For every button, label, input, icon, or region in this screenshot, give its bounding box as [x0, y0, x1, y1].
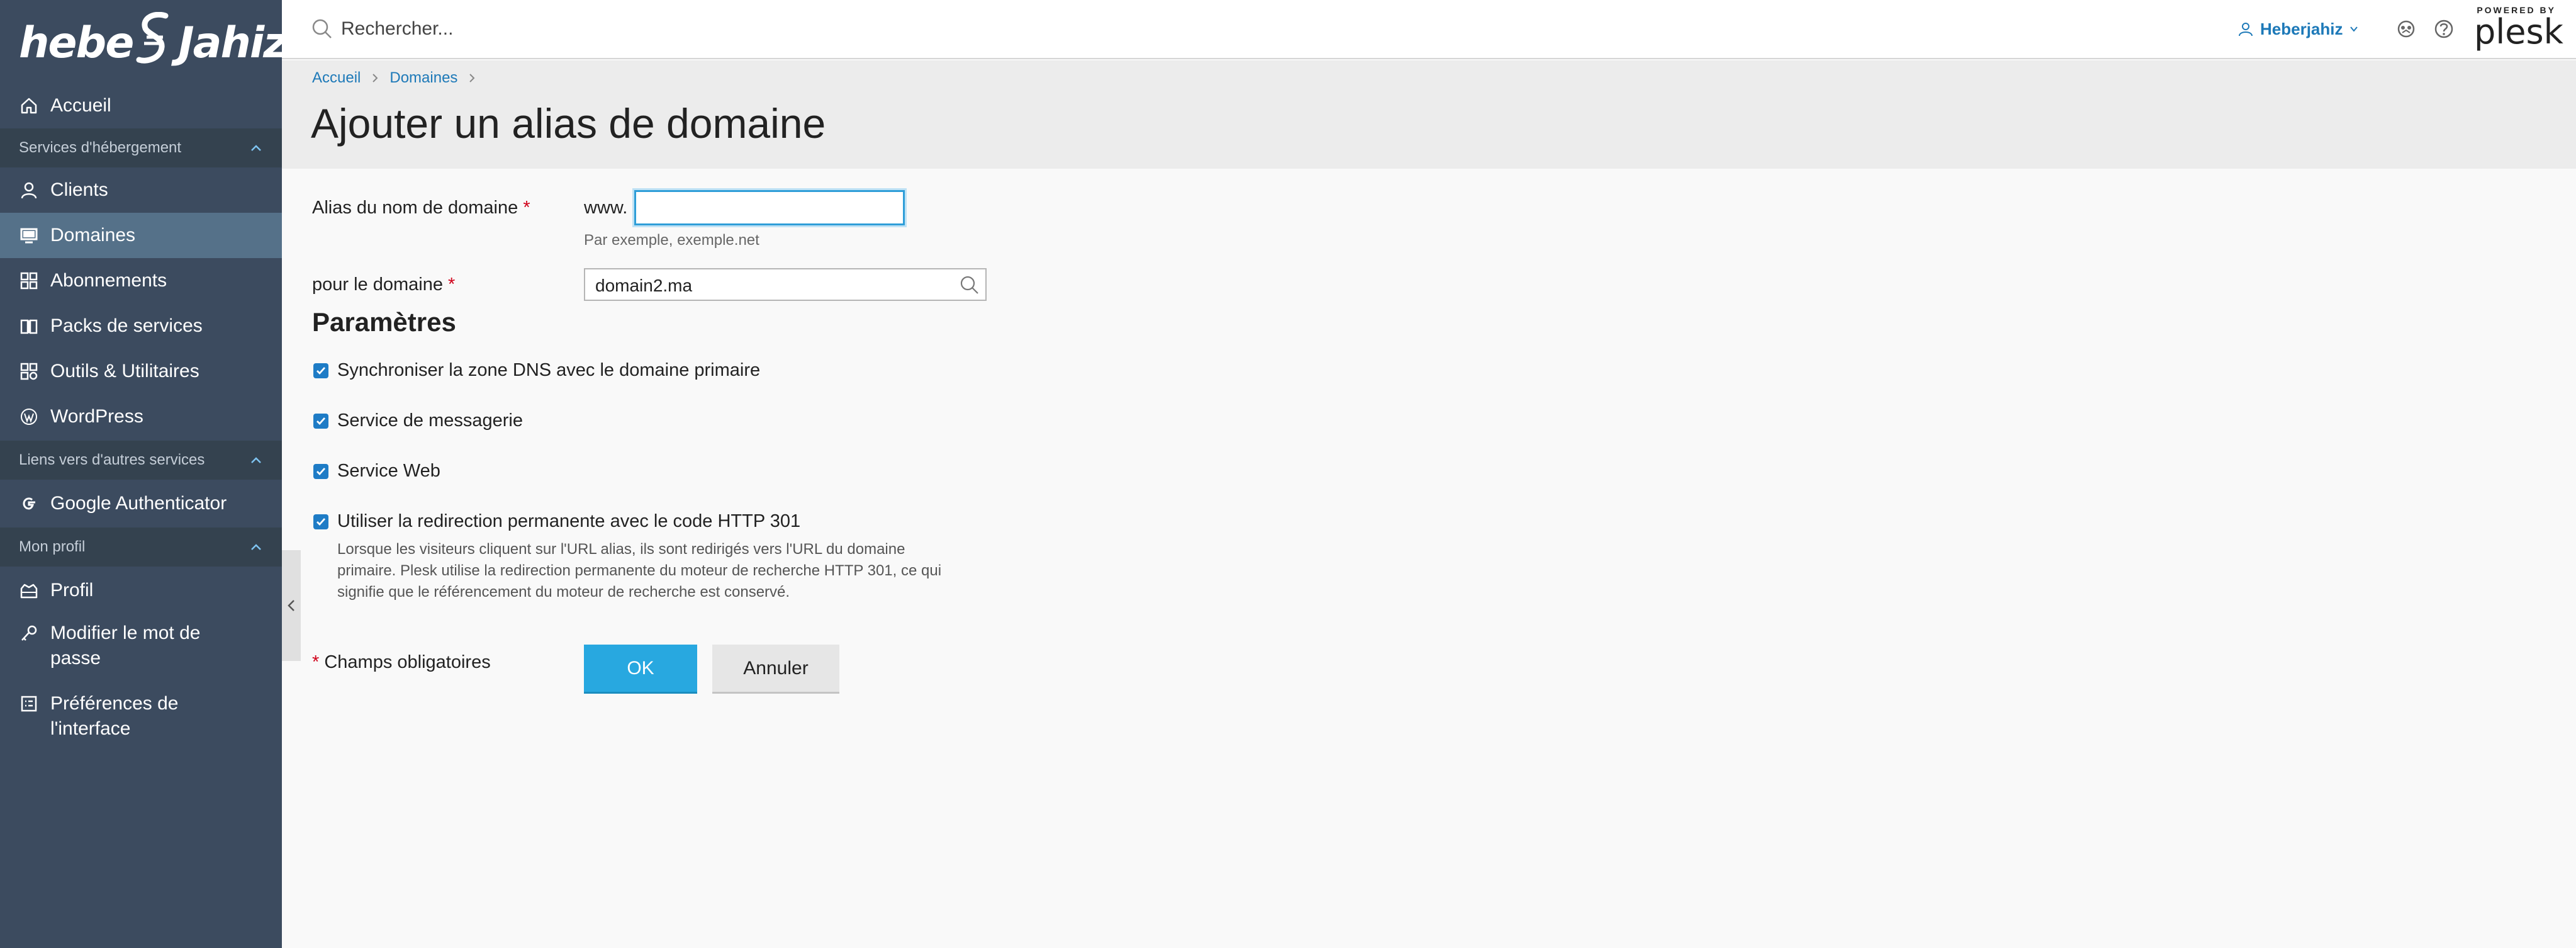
- sidebar-item-modifier-mot-de-passe[interactable]: Modifier le mot de passe: [0, 621, 282, 684]
- sidebar-item-accueil[interactable]: Accueil: [0, 83, 282, 128]
- section-label: Services d'hébergement: [19, 139, 182, 156]
- sidebar-item-label: Google Authenticator: [50, 493, 227, 514]
- chevron-left-icon: [288, 600, 294, 611]
- alias-label: Alias du nom de domaine *: [312, 198, 530, 218]
- plesk-logo[interactable]: POWERED BY plesk: [2474, 5, 2563, 53]
- wordpress-icon: [19, 407, 39, 427]
- page-title: Ajouter un alias de domaine: [311, 100, 826, 147]
- sidebar-item-google-authenticator[interactable]: Google Authenticator: [0, 481, 282, 526]
- chevron-right-icon: [469, 74, 475, 82]
- sidebar-item-label: Modifier le mot de passe: [50, 623, 201, 669]
- sidebar-item-label: Profil: [50, 580, 94, 601]
- brand-logo[interactable]: hebe Jahiz: [19, 10, 288, 69]
- sidebar-item-label: Domaines: [50, 225, 136, 245]
- sidebar-item-domaines[interactable]: Domaines: [0, 213, 282, 258]
- section-mon-profil[interactable]: Mon profil: [0, 528, 282, 567]
- sidebar-item-wordpress[interactable]: WordPress: [0, 394, 282, 439]
- sidebar-item-label: Packs de services: [50, 315, 203, 336]
- key-icon: [19, 623, 39, 643]
- checkbox-row-dns-sync: Synchroniser la zone DNS avec le domaine…: [313, 360, 760, 381]
- section-label: Mon profil: [19, 538, 86, 555]
- sidebar-item-label: WordPress: [50, 406, 143, 427]
- user-icon: [19, 180, 39, 200]
- checkbox-label: Service de messagerie: [337, 410, 523, 431]
- checkbox-dns-sync[interactable]: [313, 363, 328, 378]
- sidebar-collapse-toggle[interactable]: [282, 550, 301, 661]
- grid-icon: [19, 271, 39, 291]
- chevron-up-icon: [251, 457, 261, 463]
- section-title-parametres: Paramètres: [312, 307, 456, 337]
- help-icon[interactable]: [2433, 18, 2455, 40]
- checkbox-web-service[interactable]: [313, 463, 328, 479]
- checkbox-label: Synchroniser la zone DNS avec le domaine…: [337, 360, 761, 380]
- section-label: Liens vers d'autres services: [19, 451, 205, 468]
- check-icon: [316, 467, 326, 475]
- monitor-icon: [19, 225, 39, 245]
- sidebar-item-preferences-interface[interactable]: Préférences de l'interface: [0, 691, 282, 754]
- cancel-button[interactable]: Annuler: [712, 645, 839, 694]
- www-prefix: www.: [584, 198, 628, 218]
- preferences-icon: [19, 694, 39, 714]
- sidebar-item-label: Outils & Utilitaires: [50, 361, 199, 381]
- checkbox-redirect-301[interactable]: [313, 514, 328, 529]
- domain-label: pour le domaine *: [312, 274, 456, 295]
- chevron-up-icon: [251, 544, 261, 550]
- top-bar: Heberjahiz POWERED BY plesk: [282, 0, 2576, 59]
- checkbox-row-mail: Service de messagerie: [313, 410, 523, 431]
- checkbox-row-redirect: Utiliser la redirection permanente avec …: [313, 511, 800, 532]
- user-name: Heberjahiz: [2260, 19, 2343, 38]
- required-note: * Champs obligatoires: [312, 652, 491, 672]
- redirect-description: Lorsque les visiteurs cliquent sur l'URL…: [337, 541, 942, 601]
- sidebar-item-profil[interactable]: Profil: [0, 568, 282, 613]
- alias-input[interactable]: [634, 190, 905, 225]
- check-icon: [316, 417, 326, 425]
- checkbox-row-web: Service Web: [313, 461, 440, 482]
- section-services-hebergement[interactable]: Services d'hébergement: [0, 128, 282, 167]
- sidebar-item-clients[interactable]: Clients: [0, 167, 282, 213]
- checkbox-label: Service Web: [337, 461, 440, 481]
- sidebar-item-label: Accueil: [50, 95, 111, 116]
- breadcrumb-domaines[interactable]: Domaines: [389, 69, 457, 87]
- ok-button[interactable]: OK: [584, 645, 697, 694]
- user-icon: [2239, 23, 2253, 37]
- sidebar-item-label: Abonnements: [50, 270, 167, 291]
- sidebar-item-packs[interactable]: Packs de services: [0, 303, 282, 349]
- checkbox-label: Utiliser la redirection permanente avec …: [337, 511, 801, 531]
- domain-selector[interactable]: domain2.ma: [584, 268, 987, 301]
- search-icon: [312, 19, 332, 38]
- chevron-up-icon: [251, 145, 261, 151]
- check-icon: [316, 366, 326, 375]
- google-icon: [19, 494, 39, 514]
- check-icon: [316, 517, 326, 526]
- sidebar-item-outils[interactable]: Outils & Utilitaires: [0, 349, 282, 394]
- domain-value: domain2.ma: [595, 276, 693, 295]
- page-header: Accueil Domaines Ajouter un alias de dom…: [282, 60, 2576, 169]
- sidebar-item-label: Clients: [50, 179, 108, 200]
- search-icon[interactable]: [959, 274, 980, 296]
- search-input[interactable]: [341, 13, 907, 45]
- sidebar-item-abonnements[interactable]: Abonnements: [0, 258, 282, 303]
- logo-s-mark-icon: [136, 11, 169, 64]
- user-menu[interactable]: Heberjahiz: [2237, 16, 2358, 42]
- breadcrumb-accueil[interactable]: Accueil: [312, 69, 361, 87]
- sidebar: hebe Jahiz Accueil Services d'hébergement…: [0, 0, 288, 948]
- section-liens-autres-services[interactable]: Liens vers d'autres services: [0, 441, 282, 480]
- alias-hint: Par exemple, exemple.net: [584, 232, 759, 249]
- book-icon: [19, 316, 39, 336]
- chevron-down-icon: [2349, 26, 2358, 32]
- sidebar-item-label: Préférences de l'interface: [50, 693, 179, 739]
- home-icon: [19, 96, 39, 116]
- logo-text: hebe Jahiz: [19, 11, 288, 68]
- breadcrumb: Accueil Domaines: [312, 69, 486, 87]
- tools-icon: [19, 361, 39, 381]
- checkbox-mail-service[interactable]: [313, 413, 328, 429]
- chevron-right-icon: [372, 74, 378, 82]
- plesk-wordmark: plesk: [2474, 12, 2563, 52]
- bug-report-icon[interactable]: [2395, 18, 2417, 40]
- profile-icon: [19, 580, 39, 601]
